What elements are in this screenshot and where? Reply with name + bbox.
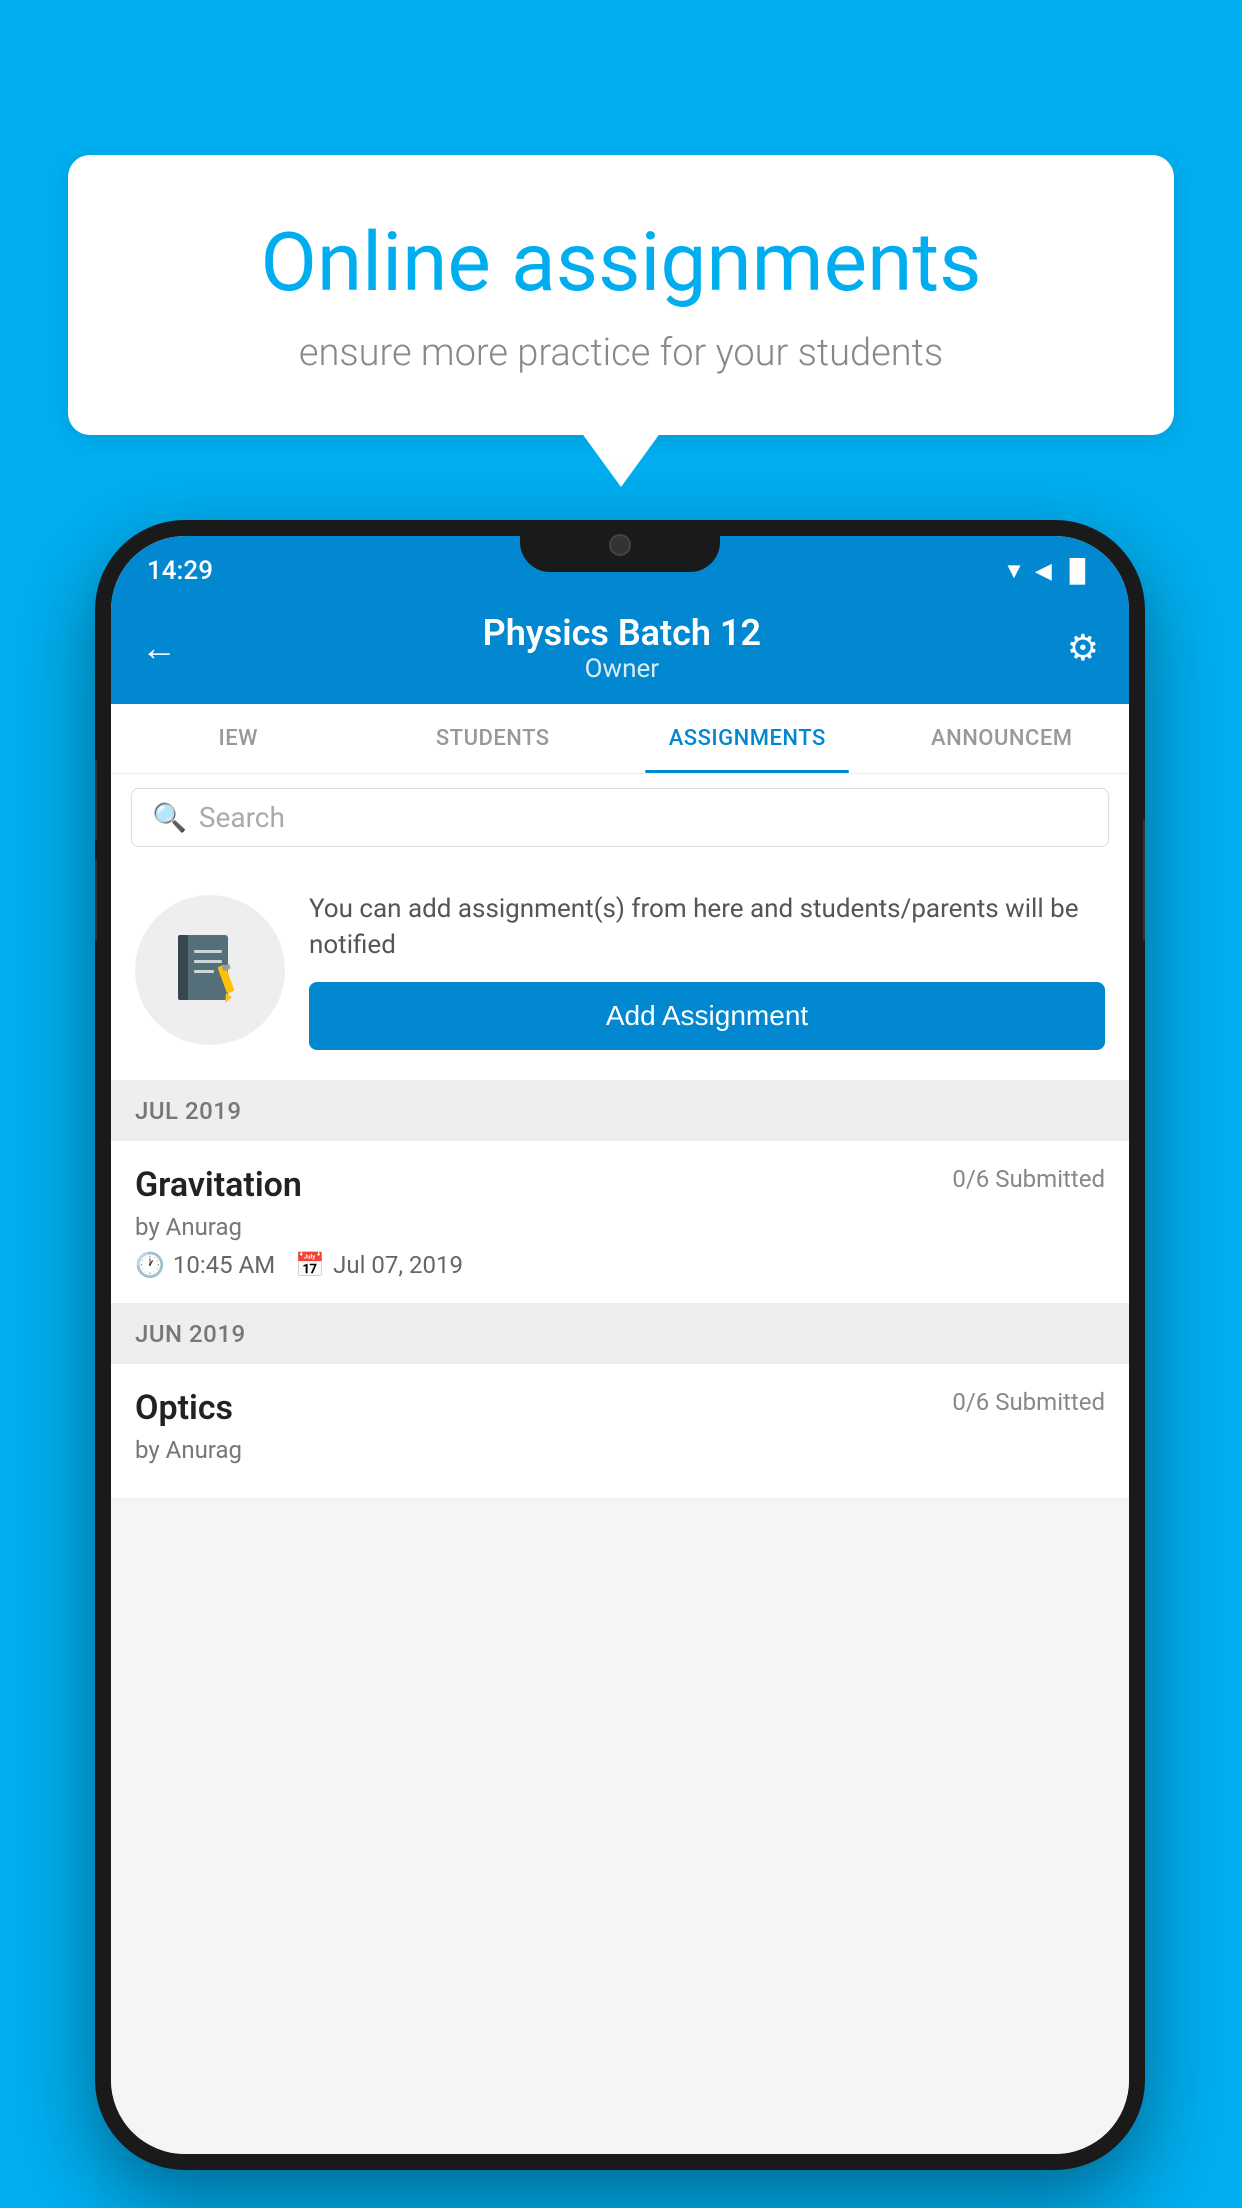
assignment-status: 0/6 Submitted <box>952 1165 1105 1193</box>
header-title: Physics Batch 12 <box>483 612 761 654</box>
phone-wrapper: 14:29 ▼ ◀ ▐▌ ← Physics Batch 12 Owner ⚙ <box>95 520 1145 2170</box>
assignment-time: 10:45 AM <box>173 1251 275 1279</box>
battery-icon: ▐▌ <box>1062 558 1093 584</box>
meta-date: 📅 Jul 07, 2019 <box>295 1251 463 1279</box>
assignment-status-optics: 0/6 Submitted <box>952 1388 1105 1416</box>
tab-iew[interactable]: IEW <box>111 704 366 773</box>
status-time: 14:29 <box>147 556 213 586</box>
volume-up-button <box>95 760 97 840</box>
back-button[interactable]: ← <box>141 627 177 669</box>
section-header-jun2019: JUN 2019 <box>111 1304 1129 1364</box>
notebook-icon-circle <box>135 895 285 1045</box>
assignment-item-gravitation[interactable]: Gravitation 0/6 Submitted by Anurag 🕐 10… <box>111 1141 1129 1304</box>
info-right: You can add assignment(s) from here and … <box>309 891 1105 1050</box>
assignment-meta: 🕐 10:45 AM 📅 Jul 07, 2019 <box>135 1251 1105 1279</box>
clock-icon: 🕐 <box>135 1251 165 1279</box>
search-bar[interactable]: 🔍 Search <box>131 788 1109 847</box>
info-description: You can add assignment(s) from here and … <box>309 891 1105 964</box>
app-header: ← Physics Batch 12 Owner ⚙ <box>111 596 1129 704</box>
tab-bar: IEW STUDENTS ASSIGNMENTS ANNOUNCEM <box>111 704 1129 774</box>
search-icon: 🔍 <box>152 801 187 834</box>
status-icons: ▼ ◀ ▐▌ <box>1003 558 1093 584</box>
tab-students[interactable]: STUDENTS <box>366 704 621 773</box>
notebook-icon <box>170 930 250 1010</box>
bubble-subtitle: ensure more practice for your students <box>148 331 1094 375</box>
signal-icon: ◀ <box>1035 559 1052 584</box>
add-assignment-button[interactable]: Add Assignment <box>309 982 1105 1050</box>
settings-icon[interactable]: ⚙ <box>1067 627 1099 669</box>
phone-frame: 14:29 ▼ ◀ ▐▌ ← Physics Batch 12 Owner ⚙ <box>95 520 1145 2170</box>
assignment-header: Gravitation 0/6 Submitted <box>135 1165 1105 1205</box>
assignment-name-optics: Optics <box>135 1388 233 1428</box>
assignment-name: Gravitation <box>135 1165 302 1205</box>
screen: 14:29 ▼ ◀ ▐▌ ← Physics Batch 12 Owner ⚙ <box>111 536 1129 2154</box>
assignment-author-optics: by Anurag <box>135 1436 1105 1464</box>
volume-down-button <box>95 860 97 940</box>
camera-icon <box>609 534 631 556</box>
assignment-date: Jul 07, 2019 <box>333 1251 463 1279</box>
search-placeholder: Search <box>199 801 285 834</box>
info-card: You can add assignment(s) from here and … <box>111 861 1129 1081</box>
header-center: Physics Batch 12 Owner <box>483 612 761 684</box>
notch <box>520 520 720 572</box>
section-header-jul2019: JUL 2019 <box>111 1081 1129 1141</box>
wifi-icon: ▼ <box>1003 558 1025 584</box>
tab-assignments[interactable]: ASSIGNMENTS <box>620 704 875 773</box>
power-button <box>1143 820 1145 940</box>
meta-time: 🕐 10:45 AM <box>135 1251 275 1279</box>
search-container: 🔍 Search <box>111 774 1129 861</box>
assignment-item-optics[interactable]: Optics 0/6 Submitted by Anurag <box>111 1364 1129 1499</box>
tab-announcements[interactable]: ANNOUNCEM <box>875 704 1130 773</box>
content-area: 🔍 Search <box>111 774 1129 2154</box>
bubble-title: Online assignments <box>148 215 1094 311</box>
assignment-header-optics: Optics 0/6 Submitted <box>135 1388 1105 1428</box>
assignment-author: by Anurag <box>135 1213 1105 1241</box>
speech-bubble-container: Online assignments ensure more practice … <box>68 155 1174 435</box>
calendar-icon: 📅 <box>295 1251 325 1279</box>
speech-bubble: Online assignments ensure more practice … <box>68 155 1174 435</box>
header-subtitle: Owner <box>483 654 761 684</box>
